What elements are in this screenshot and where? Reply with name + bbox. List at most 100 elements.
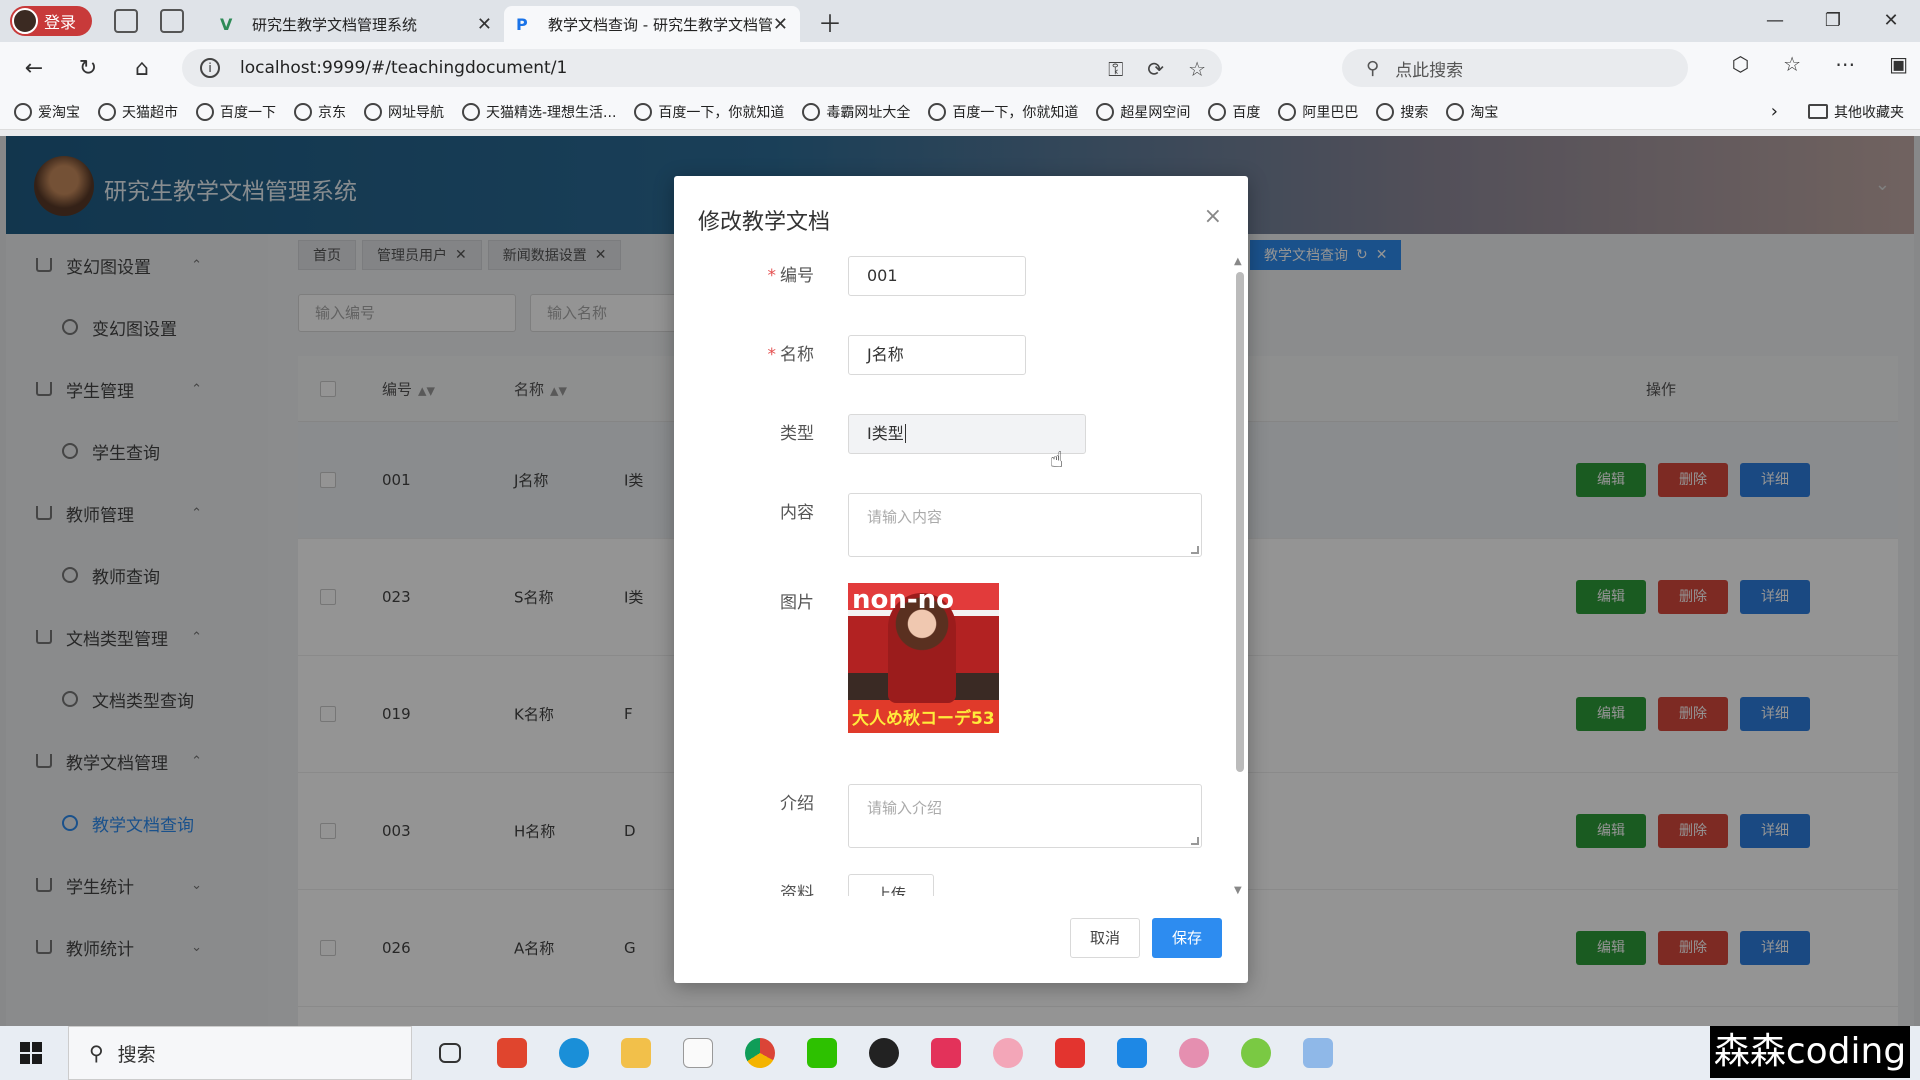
minimize-icon[interactable]: — bbox=[1746, 0, 1804, 42]
favorite-star-icon[interactable]: ☆ bbox=[1188, 57, 1206, 81]
content-textarea[interactable]: 请输入内容 bbox=[848, 493, 1202, 557]
edit-document-dialog: 修改教学文档 × * 编号 001 * 名称 J名称 类型 I类型 内容 请输入内容… bbox=[674, 176, 1248, 983]
bookmark-item[interactable]: 阿里巴巴 bbox=[1278, 102, 1358, 122]
close-tab-icon[interactable]: ✕ bbox=[773, 14, 788, 35]
bookmarks-more-icon[interactable]: › bbox=[1771, 101, 1778, 122]
window-controls: — ❐ ✕ bbox=[1746, 0, 1920, 42]
code-field[interactable]: 001 bbox=[848, 256, 1026, 296]
globe-icon bbox=[14, 102, 32, 121]
label-text: 名称 bbox=[780, 345, 814, 365]
windows-start-icon[interactable] bbox=[20, 1042, 42, 1064]
taskbar-search-label: 搜索 bbox=[117, 1043, 156, 1066]
bookmark-label: 超星网空间 bbox=[1120, 104, 1191, 121]
bookmark-item[interactable]: 京东 bbox=[294, 102, 346, 122]
form-row-type: 类型 I类型 bbox=[674, 414, 1214, 454]
back-icon[interactable]: ← bbox=[14, 56, 54, 81]
bookmark-item[interactable]: 百度一下，你就知道 bbox=[634, 102, 784, 122]
intro-textarea[interactable]: 请输入介绍 bbox=[848, 784, 1202, 848]
close-window-icon[interactable]: ✕ bbox=[1862, 0, 1920, 42]
extensions-icon[interactable]: ⬡ bbox=[1732, 52, 1749, 76]
edge-browser-icon[interactable] bbox=[550, 1026, 598, 1080]
translate-icon[interactable]: ⟳ bbox=[1147, 57, 1164, 81]
workspaces-icon[interactable] bbox=[114, 9, 138, 33]
wechat-icon[interactable] bbox=[798, 1026, 846, 1080]
code-label: * 编号 bbox=[694, 256, 815, 296]
bookmark-item[interactable]: 超星网空间 bbox=[1096, 102, 1190, 122]
bookmark-item[interactable]: 百度一下，你就知道 bbox=[928, 102, 1078, 122]
save-button[interactable]: 保存 bbox=[1152, 918, 1222, 958]
contact-app-icon[interactable] bbox=[984, 1026, 1032, 1080]
watermark: 森森coding bbox=[1710, 1026, 1910, 1078]
user-app-icon[interactable] bbox=[1170, 1026, 1218, 1080]
bookmark-item[interactable]: 搜索 bbox=[1376, 102, 1428, 122]
new-tab-icon[interactable]: ＋ bbox=[818, 4, 842, 39]
page-favicon-icon: P bbox=[516, 15, 528, 34]
dialog-scrollbar[interactable]: ▲ ▼ bbox=[1234, 256, 1244, 896]
browser-tab-query[interactable]: P 教学文档查询 - 研究生教学文档管 ✕ bbox=[504, 6, 800, 42]
globe-icon bbox=[1278, 102, 1297, 121]
cancel-button[interactable]: 取消 bbox=[1070, 918, 1140, 958]
scroll-down-icon[interactable]: ▼ bbox=[1234, 885, 1242, 896]
name-label: * 名称 bbox=[694, 335, 815, 375]
wps-icon[interactable] bbox=[1046, 1026, 1094, 1080]
intellij-icon[interactable] bbox=[488, 1026, 536, 1080]
form-row-content: 内容 请输入内容 bbox=[674, 493, 1214, 557]
bookmark-label: 毒霸网址大全 bbox=[826, 104, 911, 121]
url-field[interactable]: i localhost:9999/#/teachingdocument/1 ⚿ … bbox=[182, 49, 1222, 87]
bookmark-item[interactable]: 天猫超市 bbox=[98, 102, 178, 122]
chrome-icon[interactable] bbox=[736, 1026, 784, 1080]
favorites-icon[interactable]: ☆ bbox=[1783, 52, 1801, 76]
bookmark-item[interactable]: 天猫精选-理想生活... bbox=[462, 102, 616, 122]
task-view-icon[interactable] bbox=[426, 1026, 474, 1080]
qq-icon[interactable] bbox=[860, 1026, 908, 1080]
notepad-icon[interactable] bbox=[674, 1026, 722, 1080]
resize-handle-icon[interactable] bbox=[1191, 546, 1199, 554]
bookmark-label: 搜索 bbox=[1400, 104, 1429, 121]
close-icon[interactable]: × bbox=[1204, 204, 1222, 229]
more-icon[interactable]: ⋯ bbox=[1835, 52, 1855, 76]
video-app-icon[interactable] bbox=[922, 1026, 970, 1080]
green-app-icon[interactable] bbox=[1232, 1026, 1280, 1080]
name-field[interactable]: J名称 bbox=[848, 335, 1026, 375]
bookmark-label: 网址导航 bbox=[388, 104, 444, 121]
tab-actions-icon[interactable] bbox=[160, 9, 184, 33]
other-bookmarks[interactable]: 其他收藏夹 bbox=[1808, 102, 1904, 122]
bookmark-item[interactable]: 百度一下 bbox=[196, 102, 276, 122]
upload-button[interactable]: 上传 bbox=[848, 874, 934, 896]
form-row-image: 图片 non-no 大人め秋コーデ53 bbox=[674, 583, 1214, 733]
refresh-icon[interactable]: ↻ bbox=[68, 56, 108, 81]
file-explorer-icon[interactable] bbox=[612, 1026, 660, 1080]
search-placeholder: 点此搜索 bbox=[1395, 60, 1464, 81]
magazine-cover-image[interactable]: non-no 大人め秋コーデ53 bbox=[848, 583, 999, 733]
text-caret bbox=[904, 424, 906, 443]
bookmark-label: 百度一下 bbox=[220, 104, 276, 121]
bookmark-label: 天猫超市 bbox=[122, 104, 178, 121]
sidebar-toggle-icon[interactable]: ▣ bbox=[1889, 52, 1908, 76]
bookmark-item[interactable]: 网址导航 bbox=[364, 102, 444, 122]
bookmark-label: 阿里巴巴 bbox=[1302, 104, 1359, 121]
key-icon[interactable]: ⚿ bbox=[1108, 57, 1123, 81]
blue-app-icon[interactable] bbox=[1294, 1026, 1342, 1080]
bookmark-item[interactable]: 毒霸网址大全 bbox=[802, 102, 910, 122]
browser-tab-system[interactable]: V 研究生教学文档管理系统 ✕ bbox=[208, 6, 504, 42]
cover-headline: 大人め秋コーデ53 bbox=[852, 709, 995, 729]
globe-icon bbox=[364, 102, 382, 121]
close-tab-icon[interactable]: ✕ bbox=[477, 14, 492, 35]
browser-tab-title: 研究生教学文档管理系统 bbox=[252, 15, 418, 34]
dingtalk-icon[interactable] bbox=[1108, 1026, 1156, 1080]
restore-icon[interactable]: ❐ bbox=[1804, 0, 1862, 42]
bookmark-item[interactable]: 百度 bbox=[1208, 102, 1260, 122]
form-row-file: 资料 上传 bbox=[674, 874, 1214, 896]
profile-login-button[interactable]: 登录 bbox=[10, 6, 92, 36]
bookmark-item[interactable]: 爱淘宝 bbox=[14, 102, 80, 122]
scroll-up-icon[interactable]: ▲ bbox=[1234, 256, 1242, 267]
browser-search-input[interactable]: ⚲ 点此搜索 bbox=[1342, 49, 1688, 87]
taskbar-search-input[interactable]: ⚲ 搜索 bbox=[68, 1026, 412, 1080]
resize-handle-icon[interactable] bbox=[1191, 837, 1199, 845]
scrollbar-thumb[interactable] bbox=[1236, 272, 1244, 772]
windows-taskbar: ⚲ 搜索 bbox=[0, 1026, 1920, 1080]
site-info-icon[interactable]: i bbox=[200, 58, 220, 78]
bookmark-item[interactable]: 淘宝 bbox=[1446, 102, 1498, 122]
home-icon[interactable]: ⌂ bbox=[122, 56, 162, 81]
textarea-placeholder: 请输入内容 bbox=[867, 508, 943, 526]
